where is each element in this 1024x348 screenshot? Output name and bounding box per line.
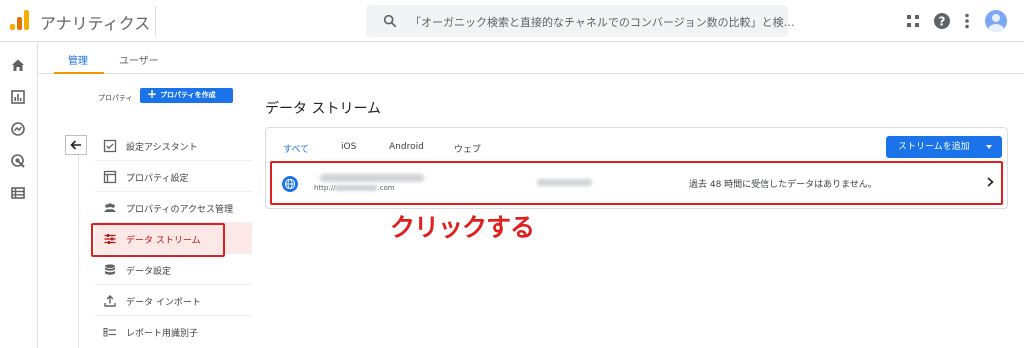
create-property-button[interactable]: プロパティを作成: [140, 87, 233, 103]
divider: [78, 155, 79, 348]
tab-users[interactable]: ユーザー: [119, 52, 159, 67]
highlight-box-data-streams: [91, 223, 225, 257]
stream-tabs: すべて iOS Android ウェブ ストリームを追加: [266, 128, 1007, 163]
nav-item-reporting-identity[interactable]: レポート用識別子: [95, 316, 252, 347]
property-icon: [103, 170, 117, 184]
nav-item-data-import[interactable]: データ インポート: [95, 285, 252, 316]
home-icon[interactable]: [10, 57, 26, 73]
nav-item-label: データ インポート: [126, 298, 201, 308]
advertising-icon[interactable]: [10, 153, 26, 169]
tab-ios[interactable]: iOS: [341, 142, 356, 152]
nav-item-label: 設定アシスタント: [126, 143, 198, 153]
help-icon[interactable]: ?: [932, 11, 952, 31]
search-input[interactable]: 「オーガニック検索と直接的なチャネルでのコンバージョン数の比較」と検…: [410, 14, 795, 30]
nav-item-label: レポート用識別子: [126, 329, 199, 339]
svg-text:?: ?: [939, 15, 946, 29]
add-stream-label: ストリームを追加: [898, 142, 970, 152]
app-title[interactable]: アナリティクス: [40, 10, 150, 34]
click-callout-text: クリックする: [390, 213, 535, 242]
page-title: データ ストリーム: [265, 101, 382, 117]
property-label: プロパティ: [98, 94, 133, 102]
divider: [155, 6, 156, 36]
database-icon: [105, 264, 115, 275]
add-stream-button[interactable]: ストリームを追加: [886, 136, 1002, 158]
nav-item-label: データ設定: [126, 267, 172, 277]
arrow-back-icon: [70, 140, 81, 150]
more-vert-icon[interactable]: [957, 11, 977, 31]
configure-icon[interactable]: [10, 185, 26, 201]
nav-item-label: プロパティのアクセス管理: [126, 205, 234, 215]
tab-all[interactable]: すべて: [283, 142, 309, 155]
analytics-logo-icon[interactable]: [10, 10, 30, 30]
active-tab-indicator: [54, 72, 104, 74]
identifier-icon: [103, 328, 116, 337]
nav-item-property-settings[interactable]: プロパティ設定: [95, 161, 252, 192]
tab-admin[interactable]: 管理: [68, 52, 88, 67]
nav-item-label: プロパティ設定: [126, 174, 189, 184]
apps-icon[interactable]: [903, 11, 923, 31]
reports-icon[interactable]: [10, 89, 26, 105]
tab-web[interactable]: ウェブ: [454, 142, 481, 155]
dropdown-arrow-icon: [986, 145, 992, 149]
back-button[interactable]: [65, 135, 87, 155]
nav-item-data-settings[interactable]: データ設定: [95, 254, 252, 285]
highlight-box-stream-row: [270, 161, 1003, 205]
tab-android[interactable]: Android: [389, 142, 424, 152]
explore-icon[interactable]: [10, 121, 26, 137]
upload-icon: [104, 295, 116, 307]
top-bar: アナリティクス 「オーガニック検索と直接的なチャネルでのコンバージョン数の比較」…: [0, 0, 1024, 42]
account-avatar[interactable]: [985, 10, 1007, 32]
search-icon: [383, 14, 397, 28]
nav-item-property-access[interactable]: プロパティのアクセス管理: [95, 192, 252, 223]
search-bar[interactable]: 「オーガニック検索と直接的なチャネルでのコンバージョン数の比較」と検…: [366, 5, 795, 37]
left-rail: [0, 42, 38, 348]
checklist-icon: [103, 139, 117, 153]
people-icon: [104, 203, 116, 212]
nav-item-setup-assistant[interactable]: 設定アシスタント: [95, 130, 252, 161]
admin-tabs: 管理 ユーザー: [38, 42, 1024, 74]
